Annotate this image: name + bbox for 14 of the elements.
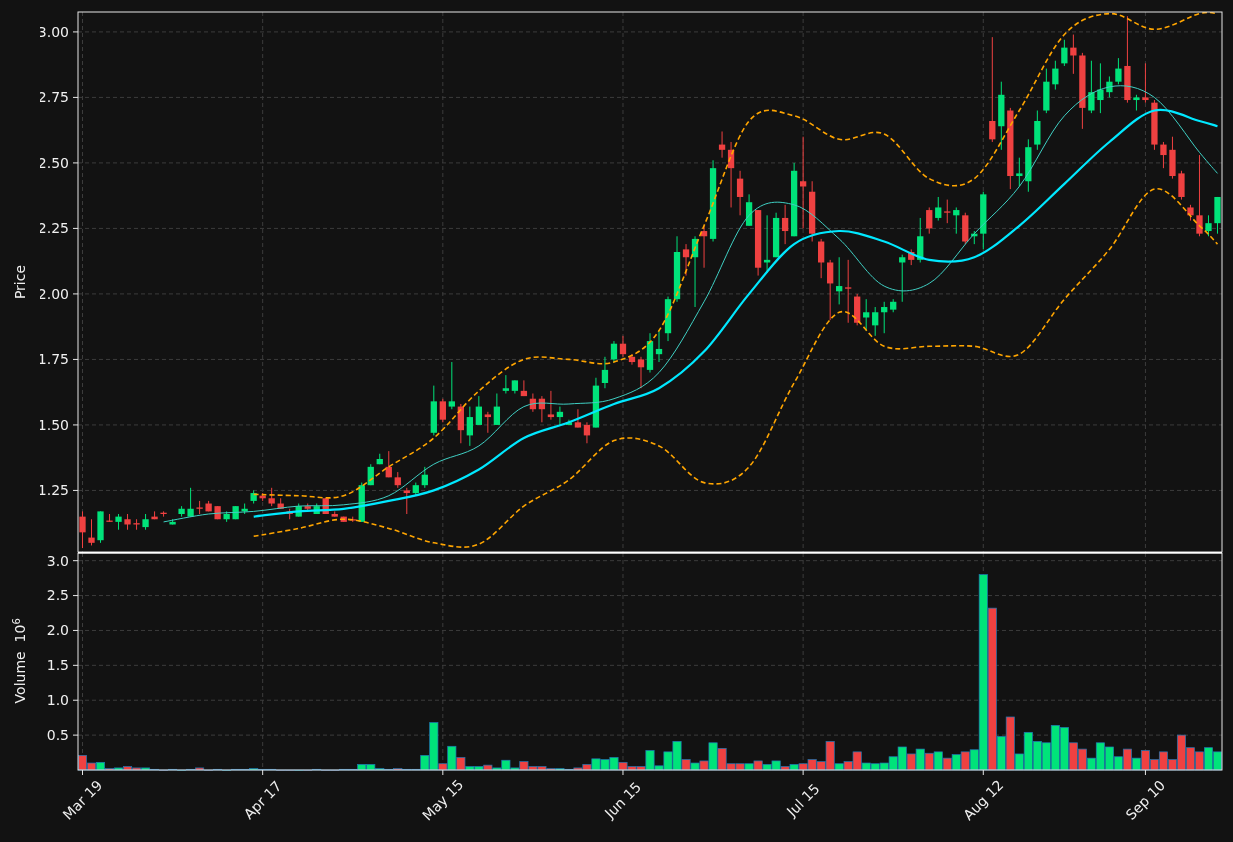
tick-label: 1.50 [40,416,69,433]
tick-label: Apr 17 [240,777,285,822]
tick-label: 0.5 [46,727,69,743]
tick-label: 2.5 [46,587,69,604]
tick-label: 1.75 [40,351,69,368]
tick-label: 1.5 [46,657,69,674]
tick-label: Jun 15 [601,778,645,822]
tick-label: 3.0 [46,552,69,569]
tick-label: 1.0 [46,692,69,709]
tick-label: 2.0 [46,622,69,639]
tick-label: Sep 10 [1122,777,1169,823]
axis-title: Price [12,264,28,300]
tick-label: Jul 15 [783,780,823,820]
tick-label: 1.25 [40,482,69,499]
